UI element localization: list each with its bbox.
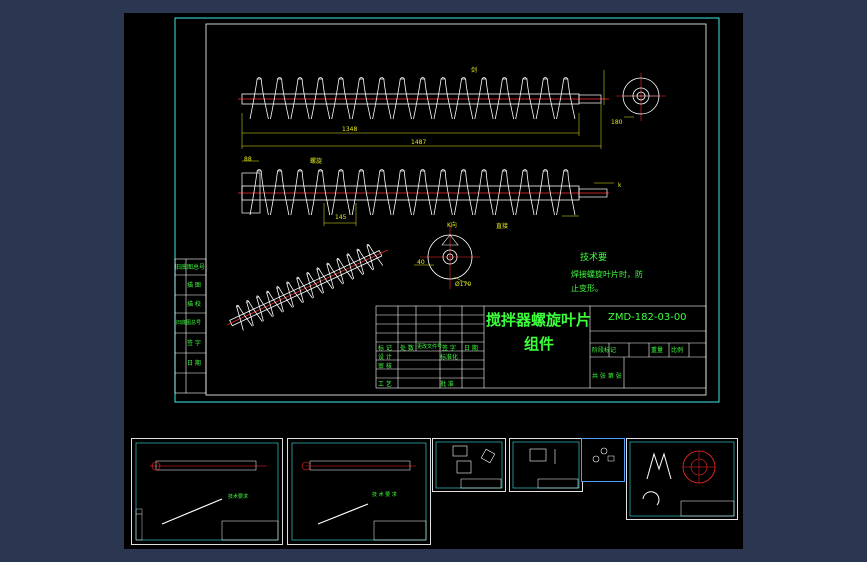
- thumbnail-sheet-3-canvas: [435, 441, 503, 489]
- auger-isometric-view: [227, 244, 388, 331]
- dim-145: 145: [335, 214, 347, 221]
- drawing-viewer[interactable]: 1348 1487 88 145 40 Ø170 180 k K向 剑 螺旋 直…: [124, 13, 743, 549]
- tech-req-line1: 焊接螺旋叶片时，防: [571, 270, 643, 279]
- dim-180: 180: [611, 119, 623, 126]
- dim-88: 88: [244, 156, 252, 163]
- label-zhijie: 直接: [496, 223, 509, 230]
- thumbnail-sheet-5-canvas: [592, 447, 615, 463]
- tech-req-line2: 止变形。: [571, 284, 603, 293]
- drawing-number: ZMD-182-03-00: [608, 312, 687, 323]
- thumbnail-sheet-3[interactable]: [432, 438, 506, 492]
- thumbnail-sheet-2[interactable]: 技 术 要 求: [287, 438, 431, 545]
- tb-approve: 批 准: [440, 381, 454, 388]
- tech-req-title: 技术要: [580, 253, 608, 263]
- auger-section-view: [414, 225, 480, 289]
- tb-mark: 标 记: [378, 345, 392, 352]
- tb-count: 处 数: [400, 345, 414, 352]
- thumbnail-sheet-4-canvas: [512, 441, 580, 489]
- thumbnail-sheet-6[interactable]: [626, 438, 738, 520]
- thumbnail-sheet-5[interactable]: [581, 438, 625, 482]
- tb-stage: 阶段标记: [592, 347, 617, 354]
- side-table-row: 描 图: [187, 282, 201, 289]
- side-table-row: 签 字: [187, 340, 201, 347]
- side-table-row: 旧底图总号: [176, 320, 202, 326]
- auger-front-view: [238, 169, 609, 216]
- thumbnail-sheet-6-canvas: [629, 441, 735, 517]
- auger-top-view: [238, 77, 609, 120]
- dim-40: 40: [417, 259, 425, 266]
- label-d: 剑: [471, 67, 478, 74]
- thumbnail-sheet-2-canvas: [291, 442, 427, 541]
- tb-weight: 重量: [651, 347, 664, 354]
- tb-process: 工 艺: [378, 381, 392, 388]
- label-k-direction: K向: [447, 222, 457, 229]
- drawing-title: 搅拌器螺旋叶片: [486, 311, 592, 329]
- dim-1487: 1487: [411, 139, 427, 146]
- label-luoxuan: 螺旋: [310, 158, 323, 165]
- dim-1348: 1348: [342, 126, 358, 133]
- side-table-row: 描 校: [187, 301, 201, 308]
- thumbnail-1-title: 技术要求: [228, 494, 249, 500]
- thumbnail-sheet-1[interactable]: 技术要求: [131, 438, 283, 545]
- tb-sheet: 共 张 第 张: [592, 373, 622, 380]
- thumbnail-sheet-4[interactable]: [509, 438, 583, 492]
- side-table-row: 日 期: [187, 360, 201, 367]
- tb-standard: 标准化: [440, 354, 459, 361]
- tb-sign: 签 字: [442, 345, 456, 352]
- side-table-header: 旧底图总号: [175, 264, 206, 271]
- auger-end-view-top: [616, 73, 666, 121]
- tb-checker: 审 核: [378, 363, 392, 370]
- label-k: k: [618, 182, 622, 189]
- thumbnail-sheet-1-canvas: [135, 442, 279, 541]
- thumbnail-2-title: 技 术 要 求: [372, 492, 397, 498]
- dim-170: Ø170: [455, 281, 472, 288]
- inner-frame: [205, 23, 707, 396]
- tb-change-no: 更改文件号: [417, 344, 443, 350]
- main-drawing-canvas: [174, 17, 720, 403]
- tb-date: 日 期: [464, 345, 478, 352]
- drawing-subtitle: 组件: [524, 335, 555, 353]
- tb-designer: 设 计: [378, 354, 392, 361]
- tb-scale: 比例: [671, 347, 684, 354]
